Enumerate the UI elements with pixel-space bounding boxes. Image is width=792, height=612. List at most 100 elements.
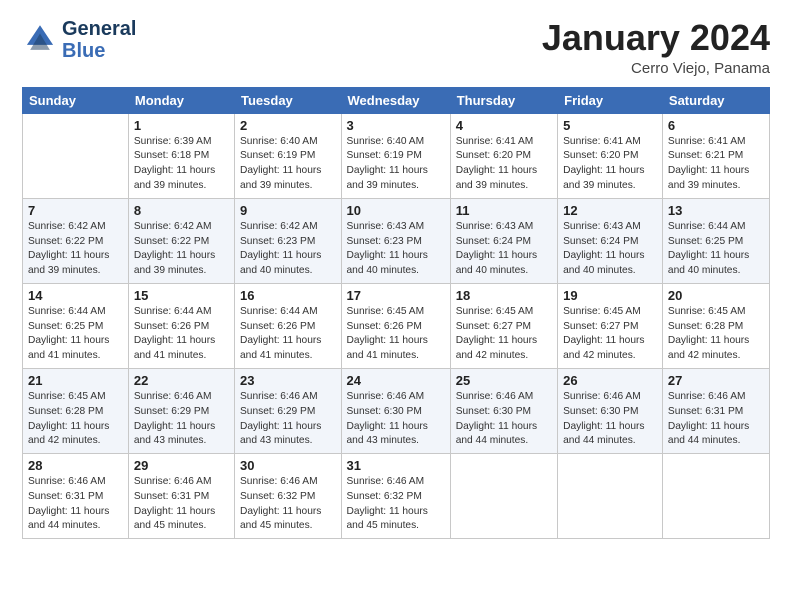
day-info: Sunrise: 6:43 AMSunset: 6:24 PMDaylight:… — [456, 220, 552, 279]
week-row-1: 1Sunrise: 6:39 AMSunset: 6:18 PMDaylight… — [23, 113, 770, 198]
week-row-2: 7 Sunrise: 6:42 AMSunset: 6:22 PMDaylight… — [23, 198, 770, 283]
day-info: Sunrise: 6:46 AMSunset: 6:30 PMDaylight:… — [563, 390, 657, 449]
day-info: Sunrise: 6:46 AMSunset: 6:31 PMDaylight:… — [668, 390, 764, 449]
day-number: 26 — [563, 373, 657, 388]
calendar-cell: 29 Sunrise: 6:46 AMSunset: 6:31 PMDayligh… — [128, 454, 234, 539]
calendar-cell: 5Sunrise: 6:41 AMSunset: 6:20 PMDaylight… — [558, 113, 663, 198]
calendar-cell: 26 Sunrise: 6:46 AMSunset: 6:30 PMDayligh… — [558, 368, 663, 453]
day-info: Sunrise: 6:46 AMSunset: 6:29 PMDaylight:… — [134, 390, 229, 449]
day-number: 13 — [668, 203, 764, 218]
day-info: Sunrise: 6:46 AMSunset: 6:31 PMDaylight:… — [134, 475, 229, 534]
week-row-4: 21Sunrise: 6:45 AMSunset: 6:28 PMDayligh… — [23, 368, 770, 453]
day-number: 18 — [456, 288, 552, 303]
day-number: 6 — [668, 118, 764, 133]
calendar-cell: 4 Sunrise: 6:41 AMSunset: 6:20 PMDaylight… — [450, 113, 557, 198]
col-header-thursday: Thursday — [450, 87, 557, 113]
col-header-sunday: Sunday — [23, 87, 129, 113]
day-info: Sunrise: 6:44 AMSunset: 6:26 PMDaylight:… — [240, 305, 336, 364]
general-blue-logo-icon — [22, 22, 58, 58]
logo-text-line1: General — [62, 18, 136, 40]
day-number: 16 — [240, 288, 336, 303]
calendar-cell: 11 Sunrise: 6:43 AMSunset: 6:24 PMDayligh… — [450, 198, 557, 283]
day-number: 3 — [347, 118, 445, 133]
day-info: Sunrise: 6:42 AMSunset: 6:22 PMDaylight:… — [28, 220, 123, 279]
day-info: Sunrise: 6:45 AMSunset: 6:27 PMDaylight:… — [563, 305, 657, 364]
day-info: Sunrise: 6:40 AMSunset: 6:19 PMDaylight:… — [347, 135, 445, 194]
calendar-cell: 27 Sunrise: 6:46 AMSunset: 6:31 PMDayligh… — [662, 368, 769, 453]
day-info: Sunrise: 6:45 AMSunset: 6:26 PMDaylight:… — [347, 305, 445, 364]
title-area: January 2024 Cerro Viejo, Panama — [542, 18, 770, 77]
calendar-cell: 7 Sunrise: 6:42 AMSunset: 6:22 PMDaylight… — [23, 198, 129, 283]
day-info: Sunrise: 6:46 AMSunset: 6:29 PMDaylight:… — [240, 390, 336, 449]
day-number: 27 — [668, 373, 764, 388]
calendar-cell: 14 Sunrise: 6:44 AMSunset: 6:25 PMDayligh… — [23, 283, 129, 368]
day-number: 9 — [240, 203, 336, 218]
day-info: Sunrise: 6:46 AMSunset: 6:32 PMDaylight:… — [240, 475, 336, 534]
day-number: 12 — [563, 203, 657, 218]
col-header-saturday: Saturday — [662, 87, 769, 113]
col-header-wednesday: Wednesday — [341, 87, 450, 113]
day-info: Sunrise: 6:44 AMSunset: 6:26 PMDaylight:… — [134, 305, 229, 364]
calendar-cell — [558, 454, 663, 539]
day-number: 29 — [134, 458, 229, 473]
calendar-cell: 18 Sunrise: 6:45 AMSunset: 6:27 PMDayligh… — [450, 283, 557, 368]
logo-text-line2: Blue — [62, 40, 136, 62]
header: General Blue January 2024 Cerro Viejo, P… — [22, 18, 770, 77]
day-info: Sunrise: 6:44 AMSunset: 6:25 PMDaylight:… — [668, 220, 764, 279]
calendar-cell — [662, 454, 769, 539]
day-info: Sunrise: 6:45 AMSunset: 6:28 PMDaylight:… — [28, 390, 123, 449]
day-info: Sunrise: 6:41 AMSunset: 6:21 PMDaylight:… — [668, 135, 764, 194]
day-info: Sunrise: 6:39 AMSunset: 6:18 PMDaylight:… — [134, 135, 229, 194]
day-number: 15 — [134, 288, 229, 303]
day-number: 11 — [456, 203, 552, 218]
col-header-monday: Monday — [128, 87, 234, 113]
calendar-table: SundayMondayTuesdayWednesdayThursdayFrid… — [22, 87, 770, 540]
day-info: Sunrise: 6:43 AMSunset: 6:24 PMDaylight:… — [563, 220, 657, 279]
day-info: Sunrise: 6:42 AMSunset: 6:23 PMDaylight:… — [240, 220, 336, 279]
calendar-cell: 20 Sunrise: 6:45 AMSunset: 6:28 PMDayligh… — [662, 283, 769, 368]
day-number: 5 — [563, 118, 657, 133]
calendar-cell: 2 Sunrise: 6:40 AMSunset: 6:19 PMDaylight… — [235, 113, 342, 198]
calendar-cell: 13 Sunrise: 6:44 AMSunset: 6:25 PMDayligh… — [662, 198, 769, 283]
calendar-cell: 3 Sunrise: 6:40 AMSunset: 6:19 PMDaylight… — [341, 113, 450, 198]
day-info: Sunrise: 6:41 AMSunset: 6:20 PMDaylight:… — [456, 135, 552, 194]
calendar-cell: 21Sunrise: 6:45 AMSunset: 6:28 PMDayligh… — [23, 368, 129, 453]
day-number: 2 — [240, 118, 336, 133]
week-row-5: 28 Sunrise: 6:46 AMSunset: 6:31 PMDayligh… — [23, 454, 770, 539]
calendar-cell: 12 Sunrise: 6:43 AMSunset: 6:24 PMDayligh… — [558, 198, 663, 283]
calendar-cell: 25Sunrise: 6:46 AMSunset: 6:30 PMDayligh… — [450, 368, 557, 453]
day-info: Sunrise: 6:45 AMSunset: 6:28 PMDaylight:… — [668, 305, 764, 364]
day-number: 28 — [28, 458, 123, 473]
calendar-cell: 15 Sunrise: 6:44 AMSunset: 6:26 PMDayligh… — [128, 283, 234, 368]
calendar-cell — [450, 454, 557, 539]
calendar-cell: 28 Sunrise: 6:46 AMSunset: 6:31 PMDayligh… — [23, 454, 129, 539]
day-info: Sunrise: 6:44 AMSunset: 6:25 PMDaylight:… — [28, 305, 123, 364]
logo-area: General Blue — [22, 18, 136, 62]
calendar-cell: 24Sunrise: 6:46 AMSunset: 6:30 PMDayligh… — [341, 368, 450, 453]
month-title: January 2024 — [542, 18, 770, 58]
day-info: Sunrise: 6:46 AMSunset: 6:30 PMDaylight:… — [347, 390, 445, 449]
day-number: 14 — [28, 288, 123, 303]
col-header-tuesday: Tuesday — [235, 87, 342, 113]
calendar-cell: 23Sunrise: 6:46 AMSunset: 6:29 PMDayligh… — [235, 368, 342, 453]
day-number: 7 — [28, 203, 123, 218]
day-number: 20 — [668, 288, 764, 303]
calendar-cell: 1Sunrise: 6:39 AMSunset: 6:18 PMDaylight… — [128, 113, 234, 198]
calendar-cell: 22Sunrise: 6:46 AMSunset: 6:29 PMDayligh… — [128, 368, 234, 453]
day-number: 4 — [456, 118, 552, 133]
calendar-cell: 19 Sunrise: 6:45 AMSunset: 6:27 PMDayligh… — [558, 283, 663, 368]
calendar-cell: 31Sunrise: 6:46 AMSunset: 6:32 PMDayligh… — [341, 454, 450, 539]
calendar-cell — [23, 113, 129, 198]
day-info: Sunrise: 6:46 AMSunset: 6:30 PMDaylight:… — [456, 390, 552, 449]
day-info: Sunrise: 6:46 AMSunset: 6:31 PMDaylight:… — [28, 475, 123, 534]
day-info: Sunrise: 6:40 AMSunset: 6:19 PMDaylight:… — [240, 135, 336, 194]
day-info: Sunrise: 6:42 AMSunset: 6:22 PMDaylight:… — [134, 220, 229, 279]
location-subtitle: Cerro Viejo, Panama — [542, 60, 770, 77]
day-number: 17 — [347, 288, 445, 303]
day-number: 31 — [347, 458, 445, 473]
calendar-cell: 9 Sunrise: 6:42 AMSunset: 6:23 PMDaylight… — [235, 198, 342, 283]
day-number: 30 — [240, 458, 336, 473]
day-info: Sunrise: 6:45 AMSunset: 6:27 PMDaylight:… — [456, 305, 552, 364]
day-info: Sunrise: 6:43 AMSunset: 6:23 PMDaylight:… — [347, 220, 445, 279]
day-number: 19 — [563, 288, 657, 303]
